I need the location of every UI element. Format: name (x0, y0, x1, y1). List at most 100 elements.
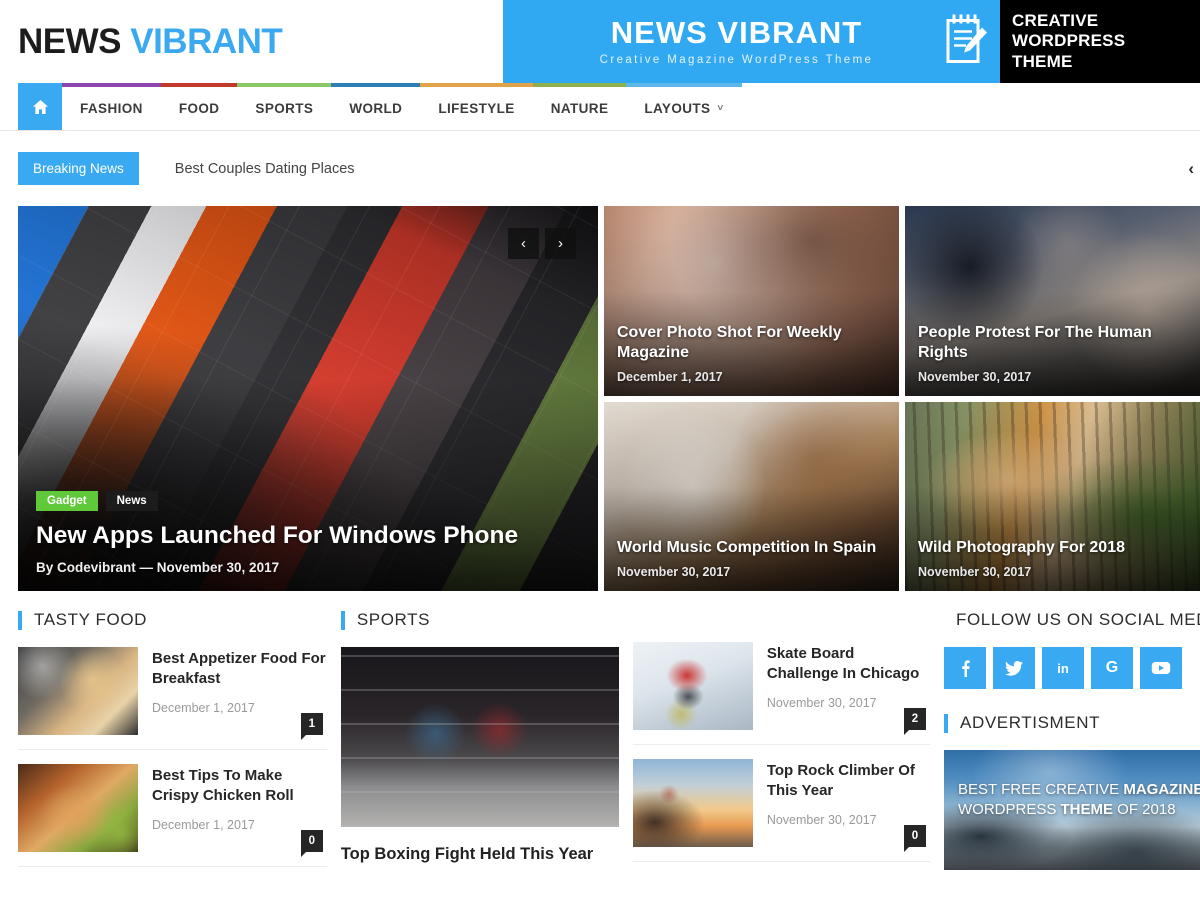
section-header-advertisement: ADVERTISMENT (944, 713, 1200, 733)
nav-item-sports[interactable]: SPORTS (237, 83, 332, 130)
facebook-icon[interactable] (944, 647, 986, 689)
ad-line2-bold: THEME (1060, 801, 1114, 819)
featured-card-date: November 30, 2017 (918, 565, 1032, 579)
site-logo[interactable]: NEWS VIBRANT (0, 21, 283, 62)
slider-next-icon[interactable]: › (545, 228, 576, 259)
sports-side-list: Skate Board Challenge In Chicago Novembe… (629, 610, 930, 881)
google-glyph: G (1105, 659, 1119, 676)
comment-count-badge[interactable]: 1 (300, 713, 323, 740)
comment-count-badge[interactable]: 2 (904, 708, 926, 735)
google-plus-icon[interactable]: G (1091, 647, 1133, 689)
logo-text-vibrant: VIBRANT (130, 21, 283, 61)
banner-blue-panel: NEWS VIBRANT Creative Magazine WordPress… (503, 0, 1000, 83)
nav-label: FOOD (178, 101, 220, 116)
twitter-icon[interactable] (993, 647, 1035, 689)
list-item[interactable]: Best Appetizer Food For Breakfast Decemb… (18, 647, 327, 750)
featured-card-title[interactable]: World Music Competition In Spain (617, 538, 886, 558)
list-item[interactable]: Best Tips To Make Crispy Chicken Roll De… (18, 764, 327, 867)
chevron-down-icon: ˅ (717, 103, 724, 114)
comment-count-badge[interactable]: 0 (904, 825, 926, 852)
linkedin-glyph: in (1057, 660, 1069, 676)
post-title[interactable]: Best Appetizer Food For Breakfast (152, 649, 327, 689)
banner-badge-line3: THEME (1012, 51, 1073, 71)
slider-prev-icon[interactable]: ‹ (508, 228, 539, 259)
nav-item-nature[interactable]: NATURE (532, 83, 627, 130)
advertisement-banner[interactable]: BEST FREE CREATIVE MAGAZINE WORDPRESS TH… (944, 750, 1200, 870)
list-item[interactable]: Skate Board Challenge In Chicago Novembe… (632, 642, 930, 745)
section-accent-bar (340, 610, 345, 630)
featured-card-wild-photography[interactable]: Wild Photography For 2018 November 30, 2… (905, 402, 1200, 591)
ad-line2-tail: OF 2018 (1113, 801, 1176, 819)
nav-label: NATURE (550, 101, 609, 116)
breaking-news-label[interactable]: Breaking News (18, 152, 139, 185)
hero-tags: Gadget News (36, 490, 580, 511)
linkedin-icon[interactable]: in (1042, 647, 1084, 689)
banner-badge-line1: CREATIVE (1012, 11, 1099, 31)
tasty-food-column: TASTY FOOD Best Appetizer Food For Break… (18, 610, 327, 881)
section-header-sports: SPORTS (340, 610, 629, 630)
nav-item-lifestyle[interactable]: LIFESTYLE (420, 83, 533, 130)
nav-label: LIFESTYLE (438, 101, 515, 116)
ad-line2-plain: WORDPRESS (958, 801, 1061, 819)
nav-item-layouts[interactable]: LAYOUTS ˅ (626, 83, 742, 130)
site-header: NEWS VIBRANT NEWS VIBRANT Creative Magaz… (0, 0, 1200, 83)
featured-card-content: World Music Competition In Spain Novembe… (617, 538, 886, 579)
sports-main-image (340, 647, 619, 827)
nav-label: WORLD (349, 101, 403, 116)
content-columns: TASTY FOOD Best Appetizer Food For Break… (0, 591, 1200, 881)
nav-item-world[interactable]: WORLD (331, 83, 421, 130)
youtube-icon[interactable] (1140, 647, 1182, 689)
featured-card-world-music[interactable]: World Music Competition In Spain Novembe… (604, 402, 899, 591)
nav-item-food[interactable]: FOOD (160, 83, 238, 130)
sports-main-title[interactable]: Top Boxing Fight Held This Year (341, 844, 629, 865)
post-title[interactable]: Best Tips To Make Crispy Chicken Roll (152, 766, 327, 806)
nav-label: LAYOUTS (644, 101, 711, 116)
post-info: Best Appetizer Food For Breakfast Decemb… (152, 647, 327, 740)
hero-content: Gadget News New Apps Launched For Window… (36, 490, 580, 575)
hero-slider-controls: ‹ › (508, 228, 576, 259)
hero-slide[interactable]: ‹ › Gadget News New Apps Launched For Wi… (18, 206, 598, 591)
banner-badge: CREATIVE WORDPRESS THEME (1000, 0, 1200, 83)
advertisement-text: BEST FREE CREATIVE MAGAZINE WORDPRESS TH… (958, 780, 1200, 821)
chevron-left-icon[interactable]: ‹ (1188, 159, 1194, 179)
breaking-news-headline[interactable]: Best Couples Dating Places (175, 161, 355, 177)
sports-main-post[interactable]: SPORTS Top Boxing Fight Held This Year (340, 610, 629, 881)
featured-card-people-protest[interactable]: People Protest For The Human Rights Nove… (905, 206, 1200, 396)
banner-badge-line2: WORDPRESS (1012, 31, 1126, 51)
banner-title: NEWS VIBRANT (610, 15, 863, 50)
post-info: Skate Board Challenge In Chicago Novembe… (767, 642, 930, 735)
post-title[interactable]: Skate Board Challenge In Chicago (767, 644, 930, 684)
nav-item-fashion[interactable]: FASHION (62, 83, 161, 130)
featured-card-title[interactable]: Cover Photo Shot For Weekly Magazine (617, 323, 886, 363)
section-header-tasty-food: TASTY FOOD (18, 610, 327, 630)
featured-card-date: November 30, 2017 (918, 370, 1032, 384)
post-thumbnail (18, 647, 138, 735)
post-title[interactable]: Top Rock Climber Of This Year (767, 761, 930, 801)
featured-card-content: Cover Photo Shot For Weekly Magazine Dec… (617, 323, 886, 384)
ad-line1-plain: BEST FREE CREATIVE (958, 781, 1124, 798)
featured-card-title[interactable]: People Protest For The Human Rights (918, 323, 1187, 363)
featured-grid: ‹ › Gadget News New Apps Launched For Wi… (0, 206, 1200, 591)
nav-home-button[interactable] (18, 83, 62, 130)
sidebar-column: FOLLOW US ON SOCIAL MEDIA in G ADVERTISM… (930, 610, 1200, 881)
featured-card-content: People Protest For The Human Rights Nove… (918, 323, 1187, 384)
header-ad-banner[interactable]: NEWS VIBRANT Creative Magazine WordPress… (503, 0, 1200, 83)
comment-count-badge[interactable]: 0 (300, 830, 323, 857)
breaking-news-bar: Breaking News Best Couples Dating Places… (0, 131, 1200, 206)
hero-tag-news[interactable]: News (105, 490, 158, 511)
section-header-social: FOLLOW US ON SOCIAL MEDIA (944, 610, 1200, 630)
social-links: in G (944, 647, 1200, 689)
post-thumbnail (632, 642, 753, 730)
list-item[interactable]: Top Rock Climber Of This Year November 3… (632, 759, 930, 862)
section-title: ADVERTISMENT (960, 713, 1101, 732)
banner-subtitle: Creative Magazine WordPress Theme (599, 54, 874, 66)
hero-title[interactable]: New Apps Launched For Windows Phone (36, 521, 580, 550)
nav-label: FASHION (80, 101, 143, 116)
featured-card-cover-photo[interactable]: Cover Photo Shot For Weekly Magazine Dec… (604, 206, 899, 396)
featured-card-date: December 1, 2017 (617, 370, 723, 384)
featured-card-title[interactable]: Wild Photography For 2018 (918, 538, 1187, 558)
featured-card-content: Wild Photography For 2018 November 30, 2… (918, 538, 1187, 579)
hero-tag-gadget[interactable]: Gadget (36, 490, 98, 511)
section-accent-bar (18, 610, 22, 630)
ad-line1-bold: MAGAZINE (1123, 781, 1200, 798)
